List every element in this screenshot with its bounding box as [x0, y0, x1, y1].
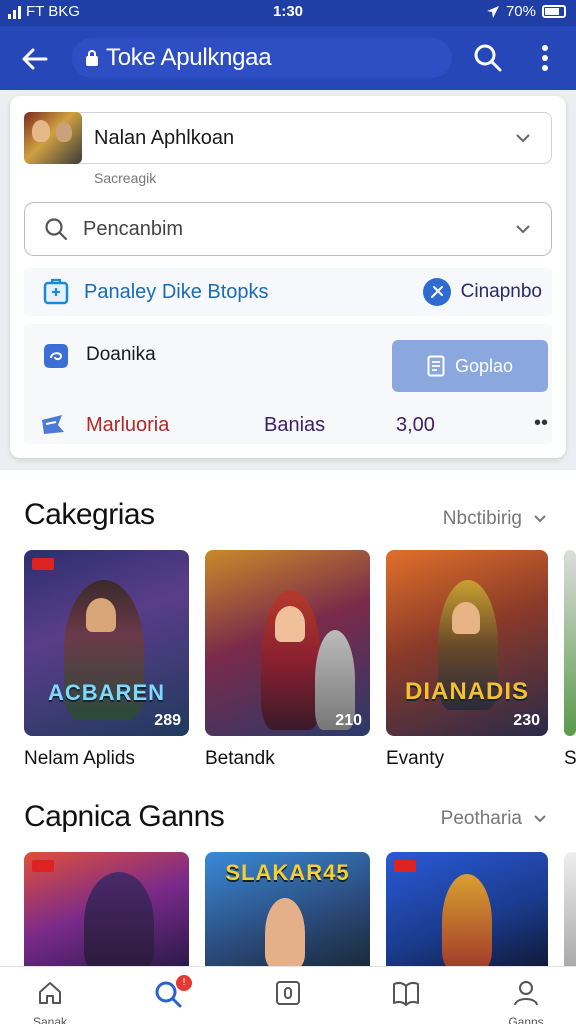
hero-face	[86, 598, 116, 632]
hero-figure	[84, 872, 154, 966]
game-card[interactable]	[24, 852, 189, 966]
game-logo: DIANADIS	[404, 678, 529, 705]
game-card[interactable]: SLAKAR45	[205, 852, 370, 966]
section-title: Capnica Ganns	[24, 800, 225, 833]
notification-badge: !	[176, 975, 192, 991]
games-label[interactable]: Banias	[264, 414, 325, 437]
location-icon	[486, 5, 499, 18]
hero-face	[265, 898, 305, 966]
hot-badge	[32, 860, 54, 872]
book-icon	[393, 981, 419, 1006]
more-vert-icon[interactable]	[532, 42, 558, 74]
option-row[interactable]: Panaley Dike Btopks Cinapnbo	[24, 268, 552, 316]
search-field[interactable]: Pencanbim	[24, 202, 552, 256]
hero-figure	[442, 874, 492, 966]
nav-home[interactable]	[30, 979, 70, 1011]
home-icon	[39, 982, 61, 1004]
game-card[interactable]	[564, 550, 576, 736]
status-right: 70%	[486, 3, 566, 20]
game-caption[interactable]: Nelam Aplids	[24, 748, 135, 770]
more-indicator[interactable]: ••	[534, 412, 548, 435]
game-caption[interactable]: S	[564, 748, 576, 770]
bottom-navigation: Sanak ! Ganns	[0, 966, 576, 1024]
app-select-dropdown[interactable]: Nalan Aphlkoan	[24, 112, 552, 164]
donation-panel: Doanika Goplao Marluoria Banias 3,00 ••	[24, 324, 552, 444]
display-button-label: Goplao	[454, 355, 514, 376]
section-action[interactable]: Nbctibirig	[443, 508, 548, 530]
tools-icon	[422, 278, 451, 306]
address-title[interactable]: Toke Apulkngaa	[72, 38, 452, 78]
game-count: 230	[513, 712, 540, 729]
game-card[interactable]: ACBAREN 289	[24, 550, 189, 736]
display-button[interactable]: Goplao	[392, 340, 548, 392]
game-card[interactable]	[386, 852, 548, 966]
game-logo: ACBAREN	[48, 680, 165, 705]
chat-icon	[44, 344, 68, 368]
game-card[interactable]: 210	[205, 550, 370, 736]
tag-icon	[42, 415, 64, 434]
nav-home-label: Sanak	[32, 1015, 68, 1024]
hot-badge	[32, 558, 54, 570]
hero-face	[452, 602, 480, 634]
app-bar: Toke Apulkngaa	[0, 26, 576, 90]
section-action[interactable]: Peotharia	[441, 808, 548, 830]
filter-card: Nalan Aphlkoan Sacreagik Pencanbim Panal…	[10, 96, 566, 458]
battery-icon	[542, 5, 566, 18]
game-count: 210	[335, 712, 362, 729]
app-select-label: Nalan Aphlkoan	[94, 126, 235, 149]
chevron-down-icon	[516, 225, 530, 234]
game-caption[interactable]: Betandk	[205, 748, 275, 770]
nav-profile[interactable]	[506, 979, 546, 1011]
search-icon[interactable]	[472, 42, 504, 74]
package-icon	[43, 278, 69, 305]
section-title: Cakegrias	[24, 498, 155, 531]
chevron-down-icon	[534, 815, 546, 823]
game-caption[interactable]: Evanty	[386, 748, 444, 770]
lock-icon	[86, 50, 98, 66]
search-placeholder: Pencanbim	[83, 217, 184, 240]
document-icon	[427, 355, 445, 377]
chevron-down-icon	[516, 134, 530, 143]
helper-text: Sacreagik	[94, 170, 157, 186]
game-count: 289	[154, 712, 181, 729]
game-card[interactable]: DIANADIS 230	[386, 550, 548, 736]
section-action-label: Nbctibirig	[442, 508, 522, 529]
app-thumbnail	[24, 112, 82, 164]
status-bar: FT BKG 1:30 70%	[0, 0, 576, 26]
game-card[interactable]	[564, 852, 576, 966]
battery-text: 70%	[505, 3, 536, 20]
section-action-label: Peotharia	[440, 808, 522, 829]
square-icon	[276, 981, 300, 1005]
profile-icon	[514, 981, 538, 1006]
marketplace-label[interactable]: Marluoria	[86, 414, 169, 437]
nav-books[interactable]	[386, 979, 426, 1011]
search-icon	[45, 218, 68, 241]
app-title-text: Toke Apulkngaa	[106, 44, 272, 71]
game-logo: SLAKAR45	[225, 860, 350, 885]
nav-library[interactable]	[268, 979, 308, 1011]
donation-label: Doanika	[86, 344, 156, 365]
option-right-label: Cinapnbo	[460, 281, 542, 302]
back-arrow-icon[interactable]	[18, 42, 52, 76]
nav-profile-label: Ganns	[508, 1015, 544, 1024]
hot-badge	[394, 860, 416, 872]
option-label: Panaley Dike Btopks	[84, 280, 269, 303]
hero-face	[275, 606, 305, 642]
price-label: 3,00	[396, 414, 435, 436]
chevron-down-icon	[534, 515, 546, 523]
